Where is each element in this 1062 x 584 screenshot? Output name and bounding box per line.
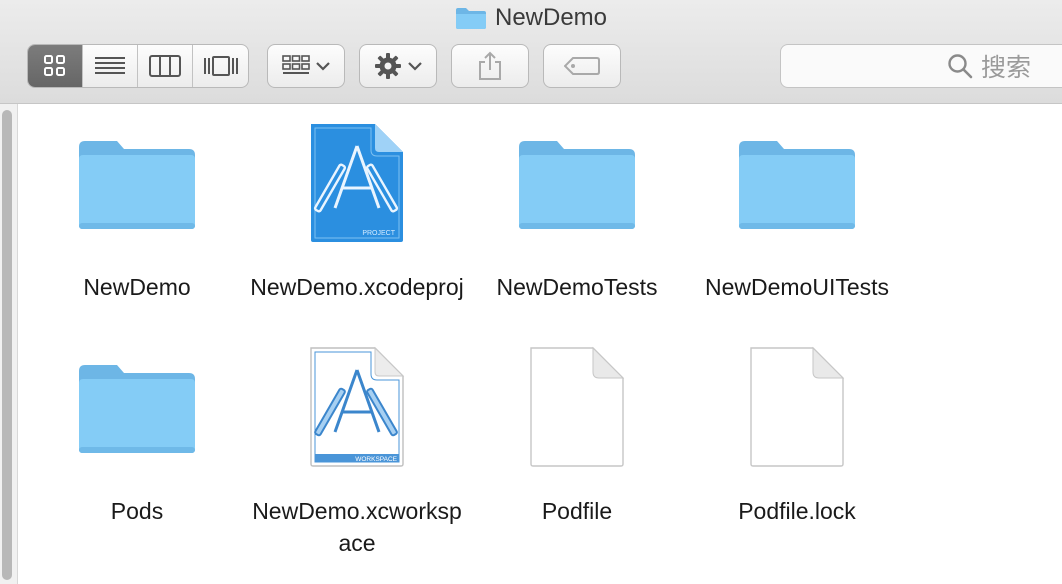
file-label: NewDemo.xcworkspace [252, 498, 462, 556]
file-label: Pods [110, 498, 164, 524]
finder-window: NewDemo 搜索 NewDemo PROJECT NewDemo.xcode… [0, 0, 1062, 584]
file-item-podfile-lock[interactable]: Podfile.lock [687, 342, 907, 527]
list-icon [95, 57, 125, 74]
window-title: NewDemo [0, 2, 1062, 34]
folder-icon [507, 118, 647, 248]
search-field[interactable]: 搜索 [780, 44, 1062, 88]
file-item-newdemotests[interactable]: NewDemoTests [467, 118, 687, 303]
share-button[interactable] [451, 44, 529, 88]
column-view-button[interactable] [138, 45, 193, 87]
grid-icon [44, 55, 65, 76]
window-title-text: NewDemo [494, 4, 608, 31]
file-label: Podfile.lock [738, 498, 856, 524]
cover-flow-icon [203, 56, 238, 76]
icon-view-button[interactable] [28, 45, 83, 87]
cover-flow-view-button[interactable] [193, 45, 248, 87]
file-label: Podfile [541, 498, 613, 524]
document-icon [507, 342, 647, 472]
view-mode-control [27, 44, 249, 88]
folder-icon [455, 8, 486, 29]
search-placeholder: 搜索 [981, 53, 1032, 82]
columns-icon [149, 55, 181, 77]
tag-icon [564, 57, 600, 75]
file-item-pods[interactable]: Pods [27, 342, 247, 527]
arrange-button[interactable] [267, 44, 345, 88]
toolbar: NewDemo 搜索 [0, 0, 1062, 104]
folder-icon [727, 118, 867, 248]
share-icon [479, 51, 501, 80]
tag-button[interactable] [543, 44, 621, 88]
file-icon-grid: NewDemo PROJECT NewDemo.xcodeproj NewDem… [0, 104, 1062, 584]
list-view-button[interactable] [83, 45, 138, 87]
xcode-workspace-icon: WORKSPACE [287, 342, 427, 472]
project-badge: PROJECT [362, 230, 395, 237]
chevron-down-icon [408, 62, 422, 71]
arrange-grid-icon [282, 55, 310, 74]
file-item-newdemouitests[interactable]: NewDemoUITests [687, 118, 907, 303]
file-item-newdemo[interactable]: NewDemo [27, 118, 247, 303]
file-label: NewDemoTests [496, 274, 658, 300]
chevron-down-icon [316, 62, 330, 71]
gear-icon [375, 53, 401, 79]
file-item-podfile[interactable]: Podfile [467, 342, 687, 527]
file-label: NewDemo.xcodeproj [250, 274, 464, 300]
folder-icon [67, 342, 207, 472]
file-label: NewDemoUITests [704, 274, 890, 300]
action-button[interactable] [359, 44, 437, 88]
document-icon [727, 342, 867, 472]
file-item-xcodeproj[interactable]: PROJECT NewDemo.xcodeproj [247, 118, 467, 303]
workspace-badge: WORKSPACE [355, 456, 397, 463]
sidebar-edge [0, 104, 18, 584]
folder-icon [67, 118, 207, 248]
xcode-project-icon: PROJECT [287, 118, 427, 248]
scrollbar-thumb[interactable] [2, 110, 12, 580]
search-icon [948, 54, 973, 79]
file-label: NewDemo [83, 274, 191, 300]
file-item-xcworkspace[interactable]: WORKSPACE NewDemo.xcworkspace [247, 342, 467, 559]
